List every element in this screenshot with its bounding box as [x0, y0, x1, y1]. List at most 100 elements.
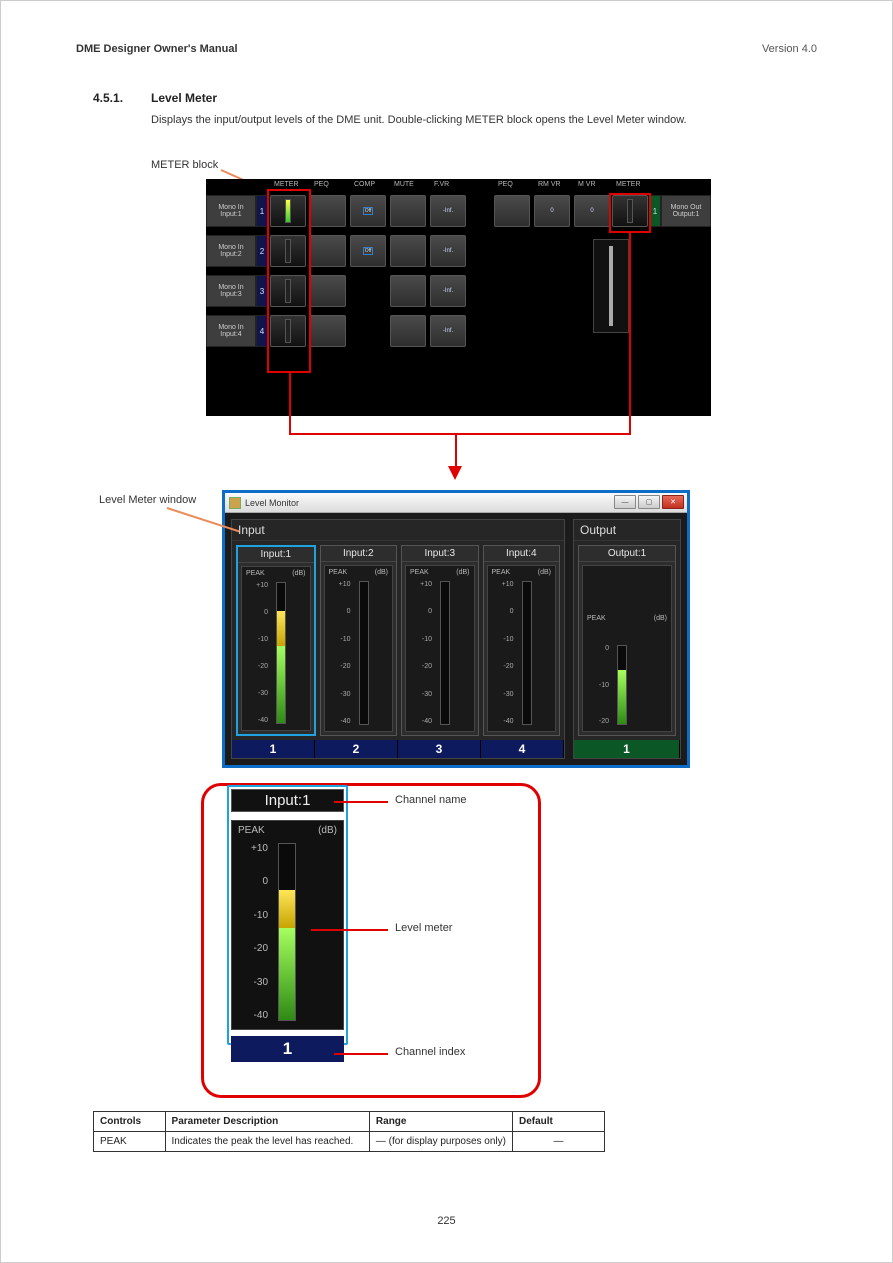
flow-head-mvr: M VR: [578, 181, 596, 193]
leader-channel-index: Channel index: [395, 1046, 465, 1058]
flow-fvr-4[interactable]: -Inf.: [430, 315, 466, 347]
input-index-3[interactable]: 3: [398, 740, 481, 758]
flow-fvr-2[interactable]: -Inf.: [430, 235, 466, 267]
flow-output[interactable]: Mono OutOutput:1: [661, 195, 711, 227]
connector-line: [289, 373, 291, 433]
input-index-4[interactable]: 4: [481, 740, 564, 758]
peak-label: PEAK: [329, 569, 348, 576]
strip-name: Input:2: [321, 546, 397, 562]
arrow-down-icon: [448, 466, 462, 480]
output-index-1[interactable]: 1: [574, 740, 680, 758]
section-description: Displays the input/output levels of the …: [151, 113, 802, 128]
level-monitor-annotation: Level Meter window: [99, 494, 209, 506]
page-header-version: Version 4.0: [762, 43, 817, 55]
window-minimize-button[interactable]: —: [614, 495, 636, 509]
strip-name: Output:1: [579, 546, 675, 562]
flow-head-fvr: F.VR: [434, 181, 449, 193]
flow-out-mvr[interactable]: 0: [574, 195, 610, 227]
flow-peq-4[interactable]: [310, 315, 346, 347]
leader-line: [334, 1053, 388, 1055]
flow-input-1[interactable]: Mono InInput:1: [206, 195, 256, 227]
input-strip-1[interactable]: Input:1 PEAK (dB) +100-10-20-30-40: [236, 545, 316, 736]
flow-fvr-3[interactable]: -Inf.: [430, 275, 466, 307]
flow-head-out-meter: METER: [616, 181, 641, 193]
strip-meter: PEAK(dB) +100-10-20-30-40: [405, 565, 475, 732]
input-strip-2[interactable]: Input:2 PEAK(dB) +100-10-20-30-40: [320, 545, 398, 736]
flow-peq-3[interactable]: [310, 275, 346, 307]
flow-peq-2[interactable]: [310, 235, 346, 267]
strip-name: Input:4: [484, 546, 560, 562]
flow-master-fader[interactable]: [593, 239, 629, 333]
window-title: Level Monitor: [245, 498, 299, 508]
db-label: (dB): [538, 569, 551, 576]
flow-mute-2[interactable]: [390, 235, 426, 267]
flow-input-2[interactable]: Mono InInput:2: [206, 235, 256, 267]
peak-label: PEAK: [492, 569, 511, 576]
connector-line: [629, 233, 631, 433]
zoom-strip: Input:1 PEAK (dB) +100-10-20-30-40 1: [231, 789, 344, 1062]
flow-meter-out[interactable]: [612, 195, 648, 227]
strip-meter: PEAK(dB) +100-10-20-30-40: [487, 565, 557, 732]
flow-head-rmvr: RM VR: [538, 181, 561, 193]
leader-channel-name: Channel name: [395, 794, 467, 806]
flow-meter-in-2[interactable]: [270, 235, 306, 267]
input-index-1[interactable]: 1: [232, 740, 315, 758]
input-group-title: Input: [232, 520, 564, 541]
flow-input-3[interactable]: Mono InInput:3: [206, 275, 256, 307]
input-strip-3[interactable]: Input:3 PEAK(dB) +100-10-20-30-40: [401, 545, 479, 736]
db-label: (dB): [654, 615, 667, 622]
flow-output-num: 1: [649, 195, 661, 227]
flow-meter-in-3[interactable]: [270, 275, 306, 307]
db-label: (dB): [375, 569, 388, 576]
window-maximize-button[interactable]: ▢: [638, 495, 660, 509]
window-icon: [229, 497, 241, 509]
zoom-meter: PEAK (dB) +100-10-20-30-40: [231, 820, 344, 1030]
strip-meter: PEAK(dB) +100-10-20-30-40: [324, 565, 394, 732]
flow-comp-2[interactable]: Off: [350, 235, 386, 267]
flow-out-peq[interactable]: [494, 195, 530, 227]
flow-comp-1[interactable]: Off: [350, 195, 386, 227]
input-group: Input Input:1 PEAK (dB) +100-10-20-30-40: [231, 519, 565, 759]
window-close-button[interactable]: ✕: [662, 495, 684, 509]
peak-label: PEAK: [246, 570, 265, 577]
flow-out-rmvr[interactable]: 0: [534, 195, 570, 227]
table-head-desc: Parameter Description: [165, 1112, 369, 1132]
flow-mute-3[interactable]: [390, 275, 426, 307]
meter-block-annotation: METER block: [151, 159, 218, 171]
flow-head-peq: PEQ: [314, 181, 329, 193]
input-index-2[interactable]: 2: [315, 740, 398, 758]
peak-label: PEAK: [410, 569, 429, 576]
flow-input-num-1: 1: [256, 195, 268, 227]
peak-label: PEAK: [238, 825, 265, 836]
strip-meter: PEAK (dB) 0-10-20: [582, 565, 672, 732]
flow-input-4[interactable]: Mono InInput:4: [206, 315, 256, 347]
parameter-table: Controls Parameter Description Range Def…: [93, 1111, 605, 1152]
db-label: (dB): [318, 825, 337, 836]
flow-meter-in-4[interactable]: [270, 315, 306, 347]
leader-level-meter: Level meter: [395, 922, 452, 934]
page-header-title: DME Designer Owner's Manual: [76, 43, 238, 55]
leader-line: [311, 929, 388, 931]
flow-mute-1[interactable]: [390, 195, 426, 227]
db-label: (dB): [292, 570, 305, 577]
input-strip-4[interactable]: Input:4 PEAK(dB) +100-10-20-30-40: [483, 545, 561, 736]
flow-meter-in-1[interactable]: [270, 195, 306, 227]
flow-input-num-2: 2: [256, 235, 268, 267]
strip-name: Input:1: [238, 547, 314, 563]
strip-name: Input:3: [402, 546, 478, 562]
flow-peq-1[interactable]: [310, 195, 346, 227]
zoom-channel-name: Input:1: [231, 789, 344, 812]
flow-head-comp: COMP: [354, 181, 375, 193]
flow-mute-4[interactable]: [390, 315, 426, 347]
flow-input-num-4: 4: [256, 315, 268, 347]
connector-line: [455, 433, 457, 467]
output-group: Output Output:1 PEAK (dB) 0-10-20: [573, 519, 681, 759]
output-strip-1[interactable]: Output:1 PEAK (dB) 0-10-20: [578, 545, 676, 736]
strip-meter: PEAK (dB) +100-10-20-30-40: [241, 566, 311, 731]
output-group-title: Output: [574, 520, 680, 541]
table-head-default: Default: [512, 1112, 604, 1132]
db-label: (dB): [456, 569, 469, 576]
flow-fvr-1[interactable]: -Inf.: [430, 195, 466, 227]
flow-head-out-peq: PEQ: [498, 181, 513, 193]
table-head-range: Range: [369, 1112, 512, 1132]
